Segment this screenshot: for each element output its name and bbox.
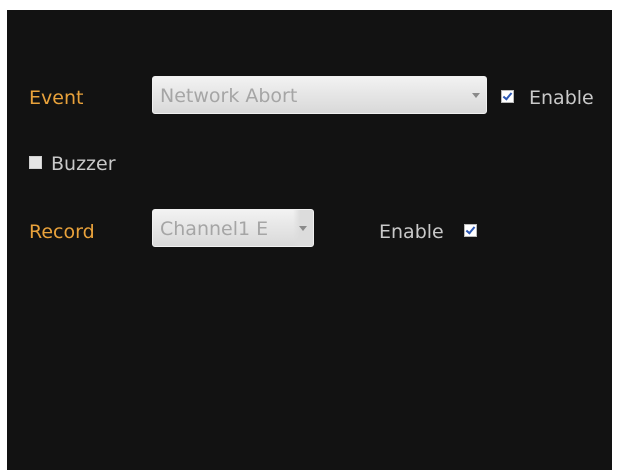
record-enable-checkbox[interactable] <box>464 224 477 237</box>
event-select[interactable]: Network Abort <box>152 76 487 114</box>
event-enable-label: Enable <box>529 87 594 109</box>
buzzer-checkbox[interactable] <box>29 156 42 169</box>
event-select-value: Network Abort <box>160 85 298 107</box>
event-enable-checkbox[interactable] <box>501 90 514 103</box>
chevron-down-icon <box>472 93 480 98</box>
event-label: Event <box>29 87 84 109</box>
record-label: Record <box>29 221 95 243</box>
record-channel-select[interactable]: Channel1 E <box>152 209 314 247</box>
event-settings-panel: Event Network Abort Enable Buzzer Record… <box>7 10 612 470</box>
chevron-down-icon <box>299 226 307 231</box>
buzzer-label: Buzzer <box>51 153 116 175</box>
record-enable-label: Enable <box>379 221 444 243</box>
record-select-value: Channel1 E <box>160 218 269 240</box>
